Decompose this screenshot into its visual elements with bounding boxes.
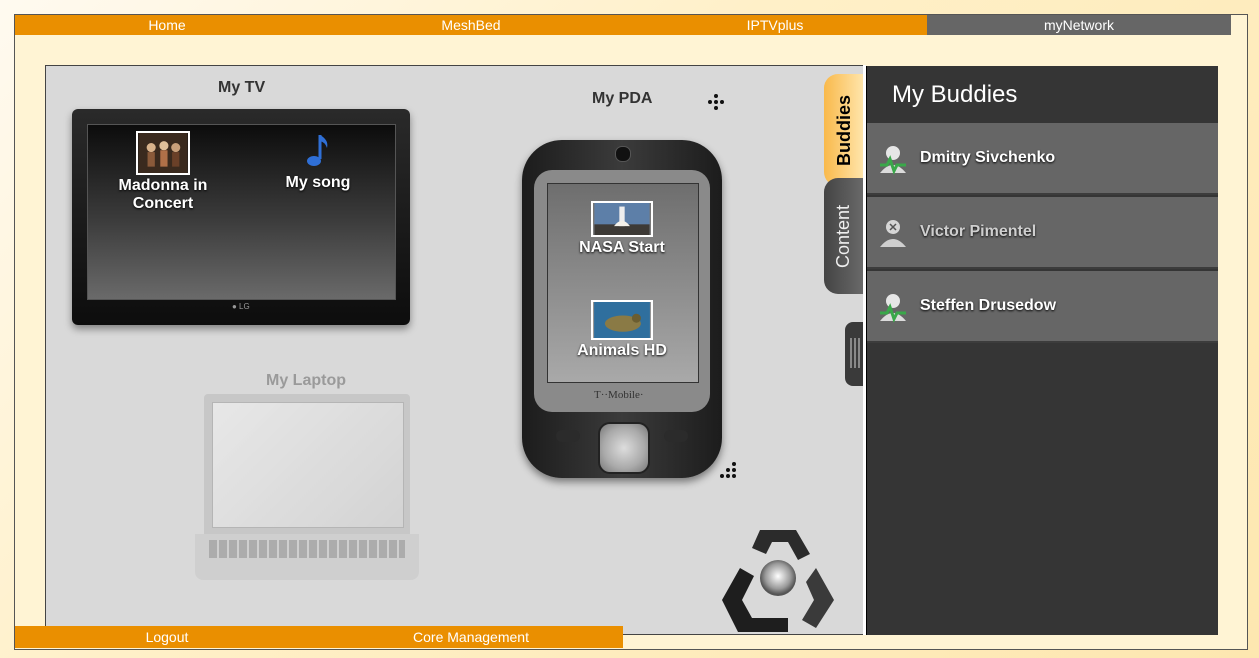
laptop-lid [204, 394, 410, 538]
call-button[interactable] [556, 430, 580, 442]
video-thumbnail-icon [136, 131, 190, 175]
offline-user-icon [880, 220, 906, 247]
tab-content-label: Content [833, 204, 854, 268]
bottom-navigation: Logout Core Management [15, 626, 623, 648]
pda-item-animals[interactable]: Animals HD [572, 300, 672, 360]
tab-mynetwork[interactable]: myNetwork [927, 15, 1231, 35]
tab-buddies[interactable]: Buddies [824, 74, 864, 186]
laptop-device [195, 394, 419, 582]
buddy-row-steffen[interactable]: Steffen Drusedow [867, 271, 1218, 343]
pda-brand: T··Mobile· [594, 389, 644, 401]
online-user-icon [880, 146, 906, 175]
buddy-row-victor[interactable]: Victor Pimentel [867, 197, 1218, 269]
laptop-base [195, 534, 419, 580]
tv-item-my-song[interactable]: My song [280, 132, 356, 192]
buddy-name: Dmitry Sivchenko [920, 149, 1056, 166]
media-label: Animals HD [577, 342, 667, 359]
music-note-icon [307, 135, 328, 166]
panel-collapse-handle[interactable] [845, 322, 863, 386]
video-thumbnail-icon [591, 300, 653, 340]
media-label: My song [285, 174, 351, 191]
laptop-screen [212, 402, 404, 528]
tab-iptvplus[interactable]: IPTVplus [623, 15, 927, 35]
top-navigation: Home MeshBed IPTVplus myNetwork [15, 15, 1231, 35]
tab-meshbed[interactable]: MeshBed [319, 15, 623, 35]
end-call-button[interactable] [664, 430, 688, 442]
dpad-button[interactable] [598, 422, 650, 474]
buddy-name: Steffen Drusedow [920, 297, 1057, 314]
recycle-bin-icon[interactable] [718, 520, 838, 636]
media-label-line1: Madonna in [118, 177, 208, 194]
online-user-icon [880, 294, 906, 323]
video-thumbnail-icon [591, 201, 653, 237]
buddies-title: My Buddies [892, 81, 1018, 108]
core-management-button[interactable]: Core Management [319, 626, 623, 648]
tab-home[interactable]: Home [15, 15, 319, 35]
laptop-keyboard [209, 540, 405, 558]
buddies-panel: My Buddies Dmitry Sivchenko Victor Pimen… [866, 66, 1218, 635]
laptop-title: My Laptop [266, 372, 346, 389]
tab-content[interactable]: Content [824, 178, 864, 294]
tv-item-madonna[interactable]: Madonna in Concert [113, 131, 213, 213]
logout-button[interactable]: Logout [15, 626, 319, 648]
pda-item-nasa[interactable]: NASA Start [572, 201, 672, 257]
buddy-row-dmitry[interactable]: Dmitry Sivchenko [867, 123, 1218, 195]
pda-title: My PDA [592, 90, 653, 107]
media-label-line2: Concert [132, 195, 194, 212]
buddy-name: Victor Pimentel [920, 223, 1037, 240]
tv-title: My TV [218, 79, 266, 96]
camera-icon [615, 146, 631, 162]
media-label: NASA Start [579, 239, 665, 256]
tv-brand-logo: ● LG [232, 302, 250, 311]
tab-buddies-label: Buddies [833, 94, 854, 166]
